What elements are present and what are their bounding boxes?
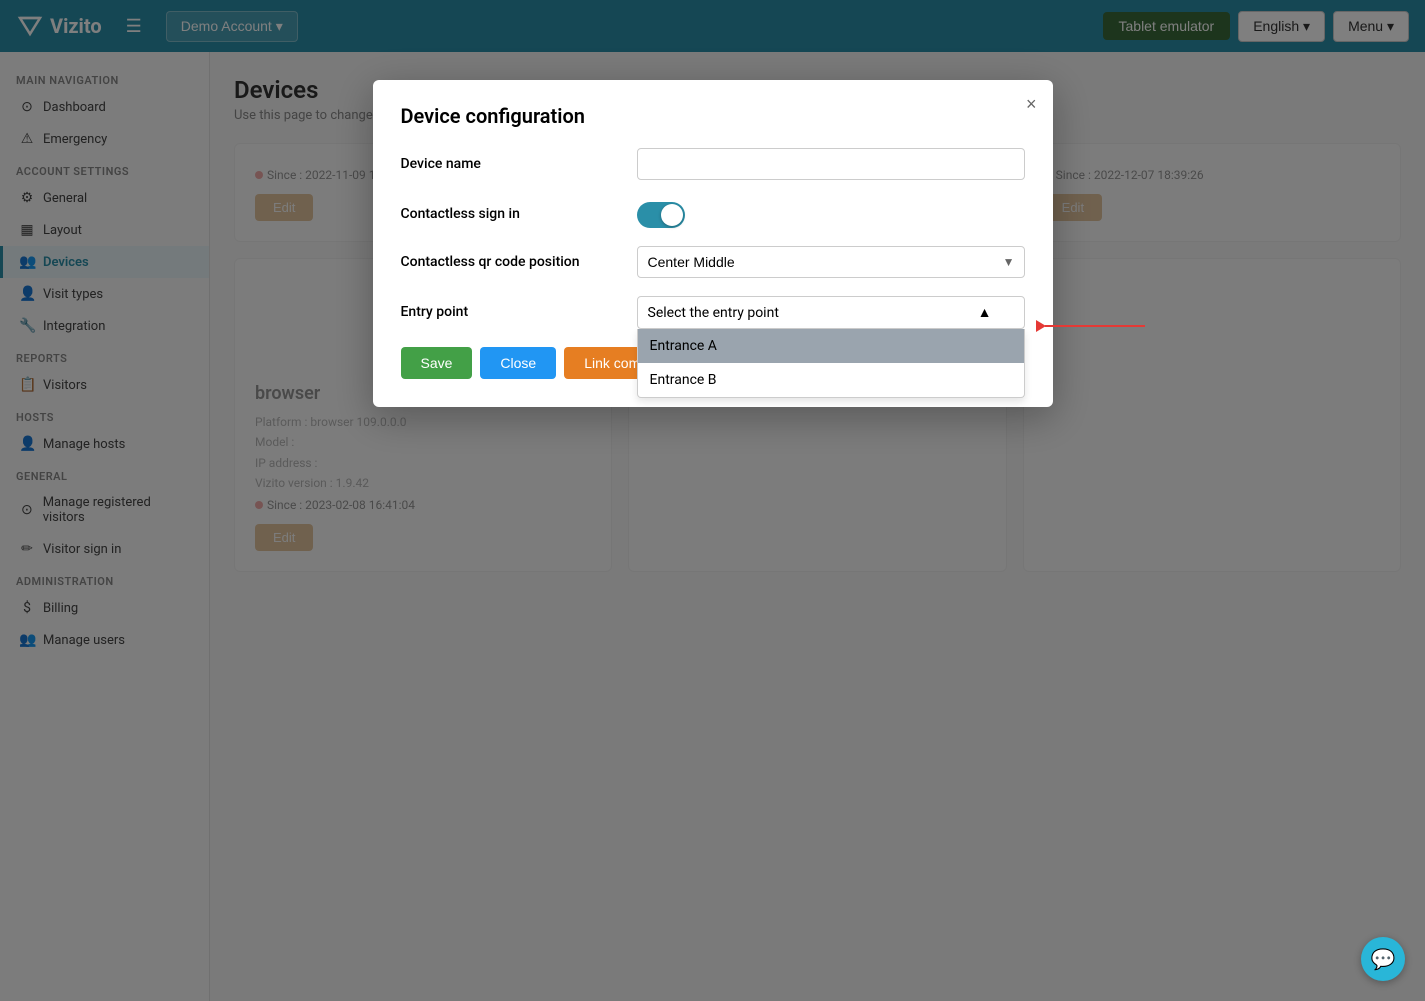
entry-select-arrow-icon: ▲ xyxy=(978,304,992,321)
modal-title: Device configuration xyxy=(401,104,1025,128)
red-arrow-indicator xyxy=(1037,320,1145,332)
toggle-knob xyxy=(661,204,683,226)
close-button[interactable]: Close xyxy=(480,347,556,379)
qr-position-select[interactable]: Center Middle xyxy=(637,246,1025,278)
entry-point-select-trigger[interactable]: Select the entry point ▲ xyxy=(637,296,1025,329)
entry-option-entrance-a[interactable]: Entrance A xyxy=(638,329,1024,363)
qr-position-row: Contactless qr code position Center Midd… xyxy=(401,246,1025,278)
entry-point-wrap: Select the entry point ▲ Entrance A Entr… xyxy=(637,296,1025,329)
entry-point-dropdown: Entrance A Entrance B xyxy=(637,329,1025,398)
entry-point-label: Entry point xyxy=(401,296,621,320)
device-configuration-modal: Device configuration × Device name Conta… xyxy=(373,80,1053,407)
device-name-label: Device name xyxy=(401,148,621,172)
device-name-row: Device name xyxy=(401,148,1025,180)
qr-position-wrap: Center Middle ▼ xyxy=(637,246,1025,278)
toggle-wrap xyxy=(637,198,685,228)
device-name-input[interactable] xyxy=(637,148,1025,180)
chat-bubble-icon: 💬 xyxy=(1371,947,1396,971)
device-name-wrap xyxy=(637,148,1025,180)
qr-position-label: Contactless qr code position xyxy=(401,246,621,270)
contactless-signin-label: Contactless sign in xyxy=(401,198,621,222)
entry-point-row: Entry point Select the entry point ▲ Ent… xyxy=(401,296,1025,329)
contactless-signin-row: Contactless sign in xyxy=(401,198,1025,228)
contactless-signin-toggle[interactable] xyxy=(637,202,685,228)
chat-bubble-button[interactable]: 💬 xyxy=(1361,937,1405,981)
modal-overlay: Device configuration × Device name Conta… xyxy=(0,0,1425,1001)
modal-close-button[interactable]: × xyxy=(1026,94,1037,115)
save-button[interactable]: Save xyxy=(401,347,473,379)
entry-option-entrance-b[interactable]: Entrance B xyxy=(638,363,1024,397)
